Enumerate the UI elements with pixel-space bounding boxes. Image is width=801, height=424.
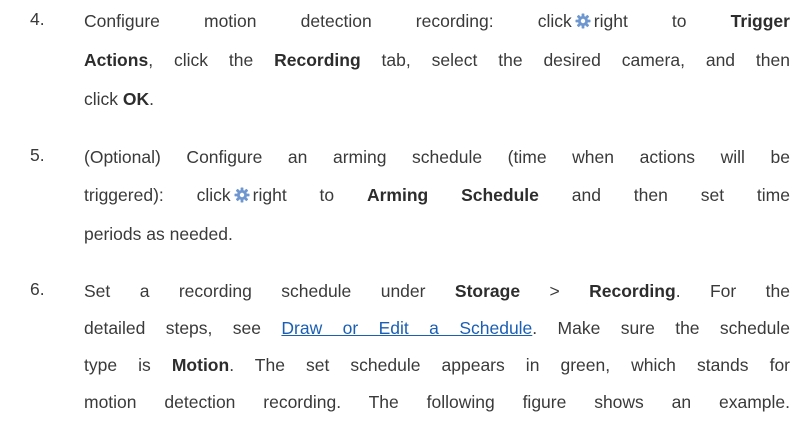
- text-line: triggered): click right to Arming Schedul…: [84, 183, 790, 207]
- text-run: Set a recording schedule under: [84, 281, 455, 301]
- text-run: . Make sure the schedule: [532, 318, 790, 338]
- gear-icon[interactable]: [234, 185, 250, 203]
- bold-term: Motion: [171, 355, 230, 375]
- text-run: . The set schedule appears in green, whi…: [229, 355, 790, 375]
- bold-term: OK: [122, 89, 150, 109]
- text-run: periods as needed.: [84, 224, 233, 244]
- text-line: detailed steps, see Draw or Edit a Sched…: [84, 316, 790, 340]
- text-run: triggered): click: [84, 185, 231, 205]
- text-run: . For the: [675, 281, 790, 301]
- text-run: detailed steps, see: [84, 318, 282, 338]
- text-run: .: [149, 89, 155, 109]
- step-number: 6.: [30, 279, 45, 299]
- text-run: (Optional) Configure an arming schedule …: [84, 147, 790, 167]
- bold-term: Actions: [84, 50, 149, 70]
- bold-term: Storage: [454, 281, 521, 301]
- text-run: motion detection recording. The followin…: [84, 392, 790, 412]
- text-run: Configure motion detection recording: cl…: [84, 11, 572, 31]
- bold-term: Recording: [589, 281, 676, 301]
- text-line: periods as needed.: [84, 222, 233, 246]
- bold-term: Recording: [274, 50, 361, 70]
- bold-term: Trigger: [730, 11, 790, 31]
- text-run: right to: [593, 11, 731, 31]
- text-line: motion detection recording. The followin…: [84, 390, 790, 414]
- text-line: (Optional) Configure an arming schedule …: [84, 145, 790, 169]
- text-line: Configure motion detection recording: cl…: [84, 9, 790, 33]
- step-number: 4.: [30, 9, 45, 29]
- text-run: and then set time: [538, 185, 790, 205]
- schedule-link[interactable]: Draw or Edit a Schedule: [281, 318, 532, 338]
- text-run: type is: [84, 355, 172, 375]
- text-run: click: [84, 89, 123, 109]
- text-line: type is Motion. The set schedule appears…: [84, 353, 790, 377]
- text-run: tab, select the desired camera, and then: [360, 50, 790, 70]
- text-run: , click the: [148, 50, 275, 70]
- bold-term: Arming Schedule: [366, 185, 539, 205]
- text-line: click OK.: [84, 87, 154, 111]
- text-line: Set a recording schedule under Storage >…: [84, 279, 790, 303]
- gear-icon[interactable]: [575, 11, 591, 29]
- text-line: Actions, click the Recording tab, select…: [84, 48, 790, 72]
- text-run: >: [520, 281, 590, 301]
- text-run: right to: [252, 185, 367, 205]
- step-number: 5.: [30, 145, 45, 165]
